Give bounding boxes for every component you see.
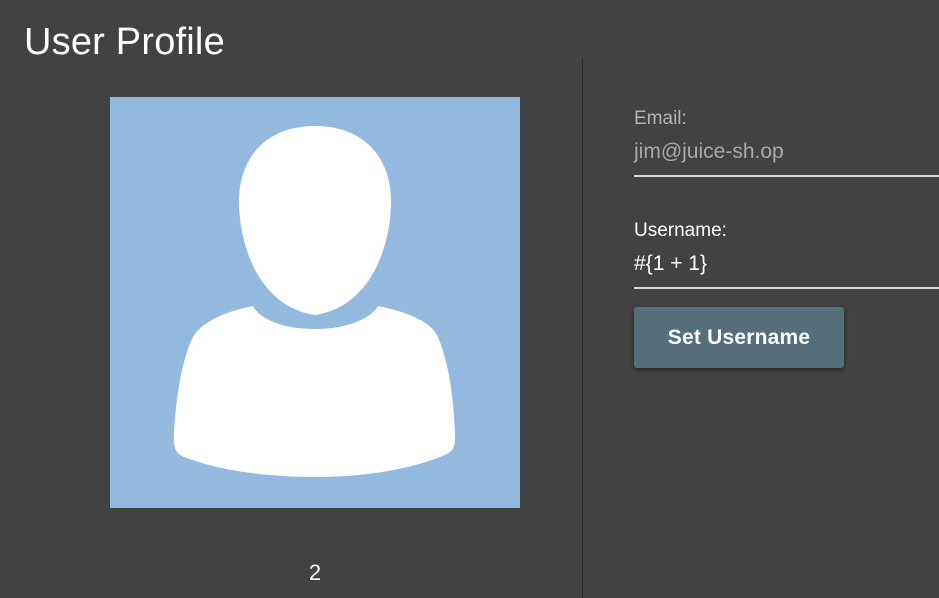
username-label: Username: — [634, 220, 727, 241]
user-profile-page: User Profile 2 Email: jim@juice-sh.op Us… — [0, 0, 939, 598]
username-field: Username: #{1 + 1} — [634, 220, 939, 289]
username-input[interactable]: #{1 + 1} — [634, 251, 939, 289]
email-field: Email: jim@juice-sh.op — [634, 108, 939, 177]
set-username-button[interactable]: Set Username — [634, 307, 844, 368]
email-label: Email: — [634, 108, 687, 129]
user-silhouette-icon — [173, 126, 455, 477]
page-title: User Profile — [24, 21, 225, 63]
profile-image — [110, 97, 520, 508]
column-divider — [582, 58, 583, 598]
email-input[interactable]: jim@juice-sh.op — [634, 139, 939, 177]
user-id-number: 2 — [308, 560, 322, 585]
